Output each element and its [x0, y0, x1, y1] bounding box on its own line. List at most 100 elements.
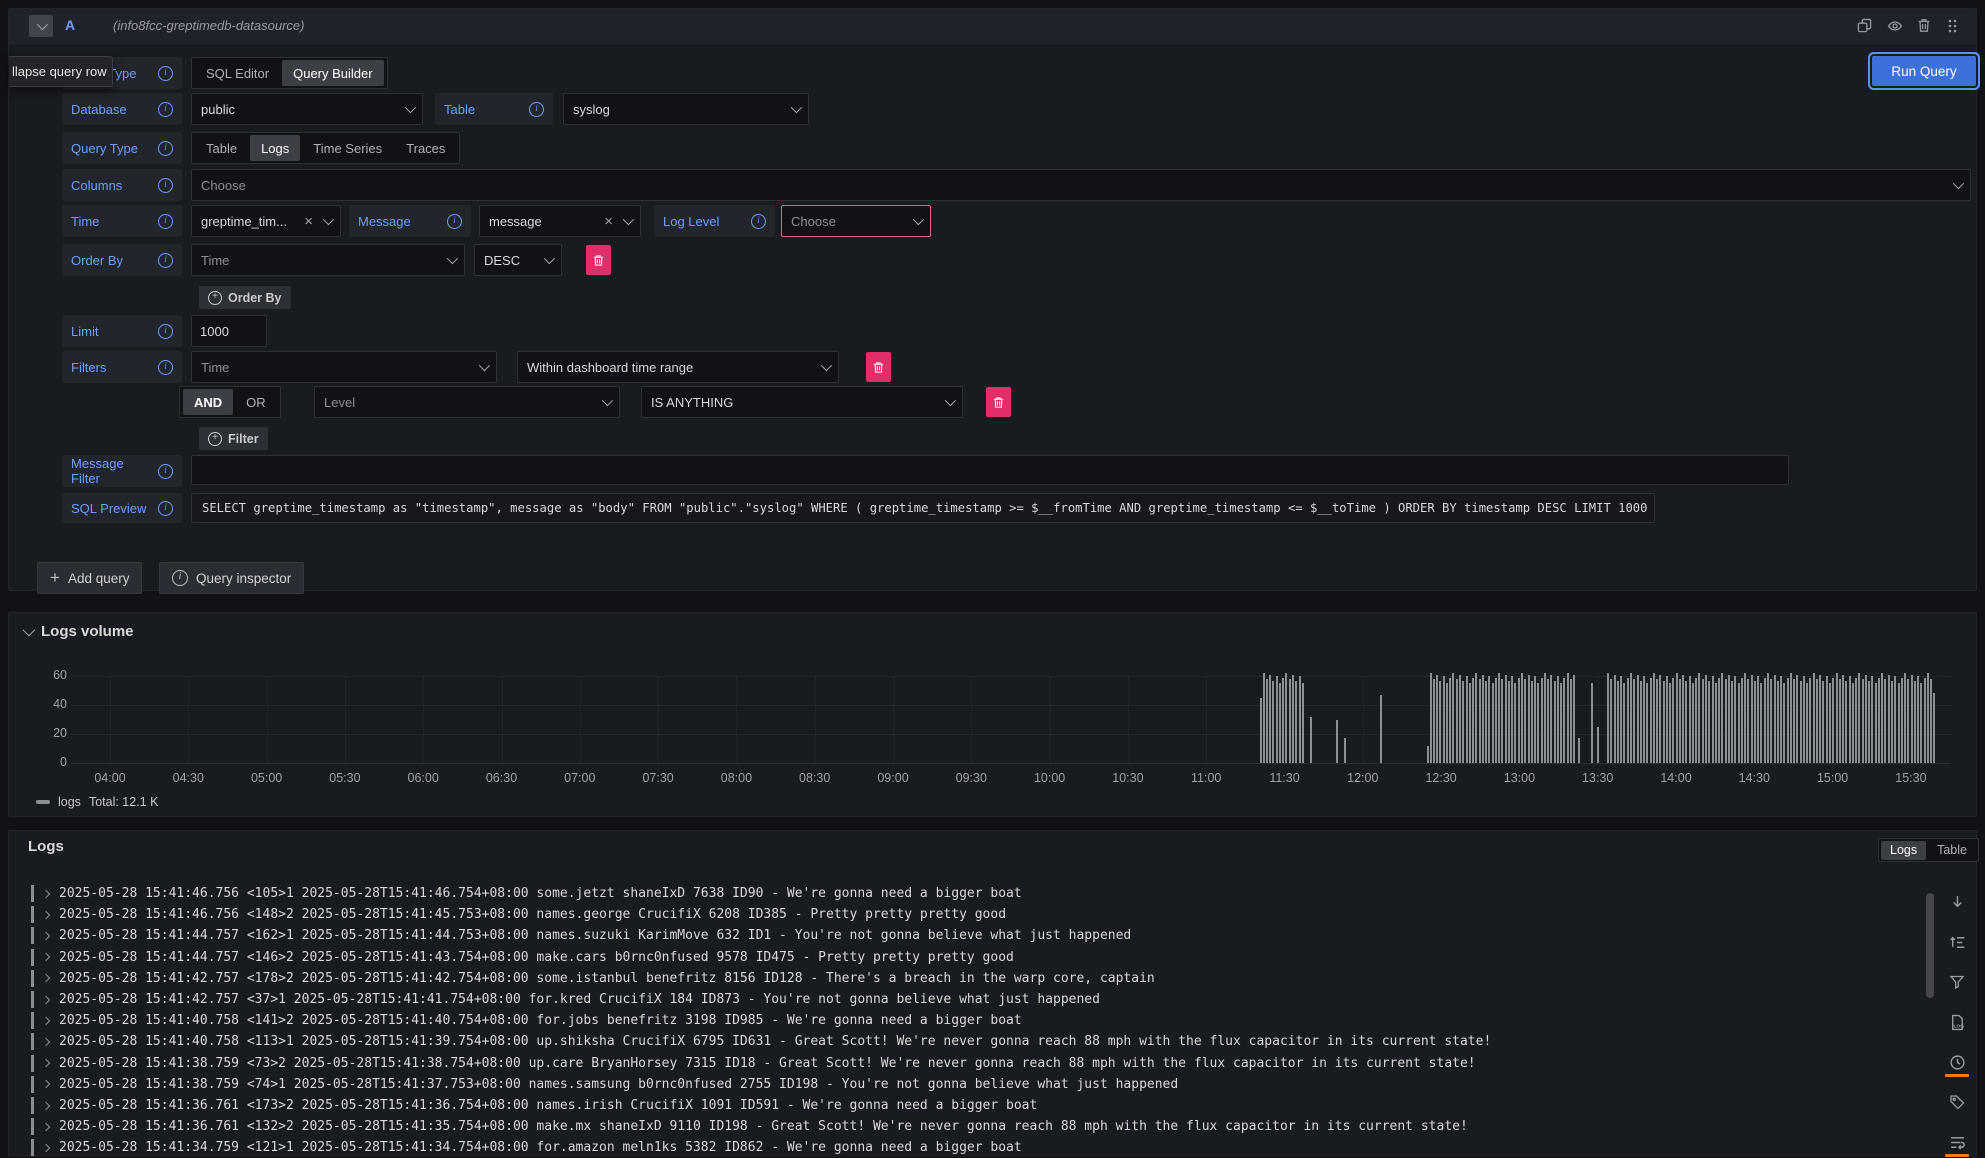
add-order-by-button[interactable]: + Order By: [199, 286, 291, 309]
expand-log-chevron-icon[interactable]: [42, 953, 50, 961]
clear-icon[interactable]: ×: [304, 214, 313, 229]
info-icon[interactable]: i: [158, 141, 173, 156]
expand-log-chevron-icon[interactable]: [42, 1059, 50, 1067]
boolean-option-and[interactable]: AND: [183, 389, 233, 415]
expand-log-chevron-icon[interactable]: [42, 889, 50, 897]
log-row[interactable]: 2025-05-28 15:41:36.761 <173>2 2025-05-2…: [31, 1095, 1037, 1116]
limit-input[interactable]: [191, 315, 267, 347]
grid-line: [71, 676, 1951, 677]
duplicate-query-icon[interactable]: [1857, 18, 1873, 34]
order-by-field-select[interactable]: Time: [191, 244, 465, 276]
remove-filter-button[interactable]: [866, 352, 891, 382]
expand-log-chevron-icon[interactable]: [42, 1038, 50, 1046]
x-axis-tick-label: 08:30: [799, 771, 830, 785]
log-row[interactable]: 2025-05-28 15:41:38.759 <73>2 2025-05-28…: [31, 1053, 1476, 1074]
show-labels-icon[interactable]: [1947, 1092, 1967, 1112]
columns-select[interactable]: Choose: [191, 169, 1971, 201]
log-details-icon[interactable]: LOG: [1947, 1012, 1967, 1032]
add-filter-button[interactable]: + Filter: [199, 427, 268, 450]
info-icon[interactable]: i: [158, 214, 173, 229]
filter-field-select[interactable]: Time: [191, 351, 497, 383]
scroll-to-bottom-icon[interactable]: [1947, 892, 1967, 912]
query-type-option-table[interactable]: Table: [195, 135, 248, 161]
log-row[interactable]: 2025-05-28 15:41:34.759 <121>1 2025-05-2…: [31, 1137, 1022, 1158]
x-axis-tick-label: 14:30: [1739, 771, 1770, 785]
expand-log-chevron-icon[interactable]: [42, 1080, 50, 1088]
add-query-button[interactable]: + Add query: [37, 562, 142, 594]
expand-log-chevron-icon[interactable]: [42, 1101, 50, 1109]
message-filter-input[interactable]: [191, 455, 1789, 485]
info-icon[interactable]: i: [529, 102, 544, 117]
oldest-logs-first-icon[interactable]: [1947, 932, 1967, 952]
wrap-lines-icon[interactable]: [1947, 1132, 1967, 1152]
expand-log-chevron-icon[interactable]: [42, 932, 50, 940]
x-axis-tick-label: 10:30: [1112, 771, 1143, 785]
editor-type-option-query-builder[interactable]: Query Builder: [282, 60, 383, 86]
expand-log-chevron-icon[interactable]: [42, 1016, 50, 1024]
query-row-header[interactable]: A (info8fcc-greptimedb-datasource): [9, 9, 1976, 44]
info-icon[interactable]: i: [751, 214, 766, 229]
log-row[interactable]: 2025-05-28 15:41:40.758 <141>2 2025-05-2…: [31, 1010, 1022, 1031]
log-level-select[interactable]: Choose: [781, 205, 931, 237]
volume-bar: [1669, 683, 1671, 763]
log-row[interactable]: 2025-05-28 15:41:44.757 <146>2 2025-05-2…: [31, 947, 1014, 968]
info-icon[interactable]: i: [158, 178, 173, 193]
drag-handle-icon[interactable]: [1947, 18, 1963, 34]
query-inspector-button[interactable]: i Query inspector: [159, 562, 304, 594]
collapse-query-row-button[interactable]: [29, 15, 53, 37]
log-row[interactable]: 2025-05-28 15:41:40.758 <113>1 2025-05-2…: [31, 1031, 1491, 1052]
log-row[interactable]: 2025-05-28 15:41:38.759 <74>1 2025-05-28…: [31, 1074, 1178, 1095]
show-time-icon[interactable]: [1947, 1052, 1967, 1072]
filter-range-operator-select[interactable]: Within dashboard time range: [517, 351, 839, 383]
remove-query-trash-icon[interactable]: [1917, 18, 1933, 34]
log-row[interactable]: 2025-05-28 15:41:46.756 <148>2 2025-05-2…: [31, 904, 1006, 925]
log-row[interactable]: 2025-05-28 15:41:44.757 <162>1 2025-05-2…: [31, 925, 1131, 946]
volume-bar: [1741, 678, 1743, 763]
query-type-option-traces[interactable]: Traces: [395, 135, 456, 161]
filter-level-field-select[interactable]: Level: [314, 386, 620, 418]
editor-type-option-sql-editor[interactable]: SQL Editor: [195, 60, 280, 86]
expand-log-chevron-icon[interactable]: [42, 1122, 50, 1130]
info-icon[interactable]: i: [158, 253, 173, 268]
expand-log-chevron-icon[interactable]: [42, 974, 50, 982]
filter-condition-select[interactable]: IS ANYTHING: [641, 386, 963, 418]
log-row[interactable]: 2025-05-28 15:41:36.761 <132>2 2025-05-2…: [31, 1116, 1468, 1137]
expand-log-chevron-icon[interactable]: [42, 910, 50, 918]
legend-series-label[interactable]: logs: [58, 795, 81, 809]
clear-icon[interactable]: ×: [604, 214, 613, 229]
info-icon[interactable]: i: [158, 360, 173, 375]
volume-bar: [1591, 683, 1593, 763]
expand-log-chevron-icon[interactable]: [42, 1144, 50, 1152]
filter-icon[interactable]: [1947, 972, 1967, 992]
info-icon[interactable]: i: [447, 214, 462, 229]
run-query-button[interactable]: Run Query: [1872, 56, 1976, 86]
log-row[interactable]: 2025-05-28 15:41:42.757 <37>1 2025-05-28…: [31, 989, 1100, 1010]
log-line-text: 2025-05-28 15:41:46.756 <105>1 2025-05-2…: [59, 886, 1022, 901]
expand-log-chevron-icon[interactable]: [42, 995, 50, 1003]
info-icon[interactable]: i: [158, 102, 173, 117]
order-by-direction-select[interactable]: DESC: [474, 244, 562, 276]
info-icon[interactable]: i: [158, 501, 173, 516]
chart-legend[interactable]: logs Total: 12.1 K: [36, 795, 158, 809]
remove-order-by-button[interactable]: [586, 245, 611, 275]
logs-volume-chart: 020406004:0004:3005:0005:3006:0006:3007:…: [9, 613, 1976, 816]
info-icon[interactable]: i: [158, 66, 173, 81]
info-icon[interactable]: i: [158, 324, 173, 339]
volume-bar: [1292, 675, 1294, 763]
database-select[interactable]: public: [191, 93, 423, 125]
time-column-select[interactable]: greptime_tim...×: [191, 205, 341, 237]
remove-level-filter-button[interactable]: [986, 387, 1011, 417]
field-label-filters: Filtersi: [62, 351, 182, 383]
query-type-option-time-series[interactable]: Time Series: [302, 135, 393, 161]
logs-scrollbar[interactable]: [1926, 893, 1934, 998]
volume-bar: [1505, 675, 1507, 763]
boolean-option-or[interactable]: OR: [235, 389, 277, 415]
info-icon[interactable]: i: [158, 464, 173, 479]
table-select[interactable]: syslog: [563, 93, 809, 125]
volume-bar: [1272, 681, 1274, 763]
log-row[interactable]: 2025-05-28 15:41:46.756 <105>1 2025-05-2…: [31, 883, 1022, 904]
hide-response-eye-icon[interactable]: [1887, 18, 1903, 34]
message-column-select[interactable]: message×: [479, 205, 641, 237]
query-type-option-logs[interactable]: Logs: [250, 135, 300, 161]
log-row[interactable]: 2025-05-28 15:41:42.757 <178>2 2025-05-2…: [31, 968, 1155, 989]
